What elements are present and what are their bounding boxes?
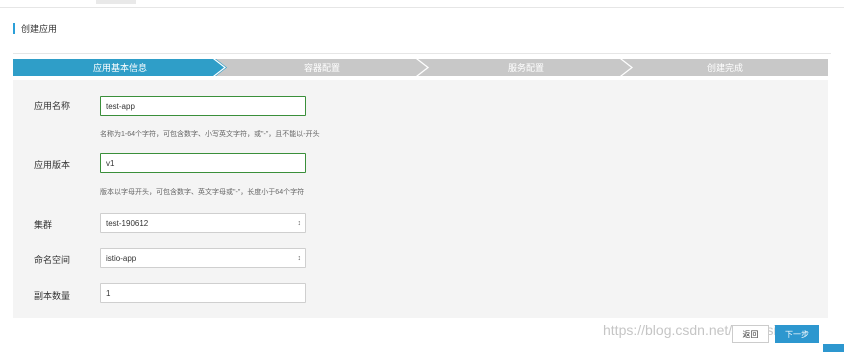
header-accent-bar — [13, 23, 15, 34]
namespace-value: istio-app — [106, 253, 137, 263]
up-down-caret-icon: ↕ — [297, 219, 302, 227]
back-button[interactable]: 返回 — [732, 325, 769, 343]
header-divider — [13, 53, 831, 54]
cluster-select[interactable]: test-190612 ↕ — [100, 213, 306, 233]
next-button[interactable]: 下一步 — [775, 325, 819, 343]
app-name-help: 名称为1-64个字符，可包含数字、小写英文字符，或"-"，且不能以-开头 — [100, 131, 320, 138]
app-version-label: 应用版本 — [34, 160, 71, 170]
app-name-input[interactable]: test-app — [100, 96, 306, 116]
step-service-config[interactable]: 服务配置 — [418, 59, 634, 76]
app-name-label: 应用名称 — [34, 101, 71, 111]
cluster-label: 集群 — [34, 220, 53, 230]
step-container-config[interactable]: 容器配置 — [215, 59, 429, 76]
cluster-value: test-190612 — [106, 218, 149, 228]
wizard-steps: 应用基本信息 容器配置 服务配置 创建完成 — [13, 59, 828, 76]
top-tab-fragment — [96, 0, 136, 4]
namespace-select[interactable]: istio-app ↕ — [100, 248, 306, 268]
top-divider — [0, 7, 844, 8]
step-complete[interactable]: 创建完成 — [622, 59, 828, 76]
app-version-help: 版本以字母开头，可包含数字、英文字母或"-"，长度小于64个字符 — [100, 189, 305, 196]
replicas-value: 1 — [106, 288, 111, 298]
app-name-value: test-app — [106, 101, 135, 111]
corner-accent — [823, 344, 844, 352]
replicas-input[interactable]: 1 — [100, 283, 306, 303]
page-header: 创建应用 — [13, 23, 57, 34]
app-version-input[interactable]: v1 — [100, 153, 306, 173]
page-title: 创建应用 — [21, 24, 58, 34]
replicas-label: 副本数量 — [34, 291, 71, 301]
app-version-value: v1 — [106, 158, 115, 168]
step-basic-info[interactable]: 应用基本信息 — [13, 59, 227, 76]
namespace-label: 命名空间 — [34, 255, 71, 265]
up-down-caret-icon: ↕ — [297, 254, 302, 262]
